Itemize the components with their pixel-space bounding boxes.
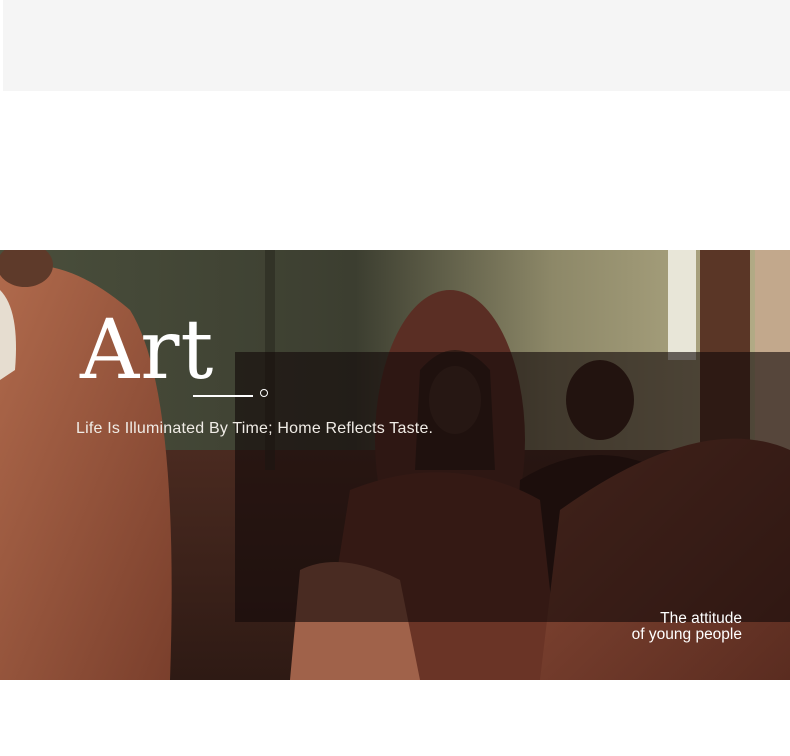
hero-tagline: Life Is Illuminated By Time; Home Reflec… (76, 420, 434, 437)
title-dot (260, 389, 268, 397)
hero-section: Art Life Is Illuminated By Time; Home Re… (0, 250, 790, 680)
title-underline (193, 395, 253, 397)
hero-caption: The attitude of young people (632, 611, 742, 643)
caption-line-2: of young people (631, 626, 742, 643)
hero-title: Art (80, 303, 215, 398)
dark-overlay-panel (235, 352, 790, 622)
caption-line-1: The attitude (660, 610, 742, 627)
top-banner (3, 0, 790, 91)
